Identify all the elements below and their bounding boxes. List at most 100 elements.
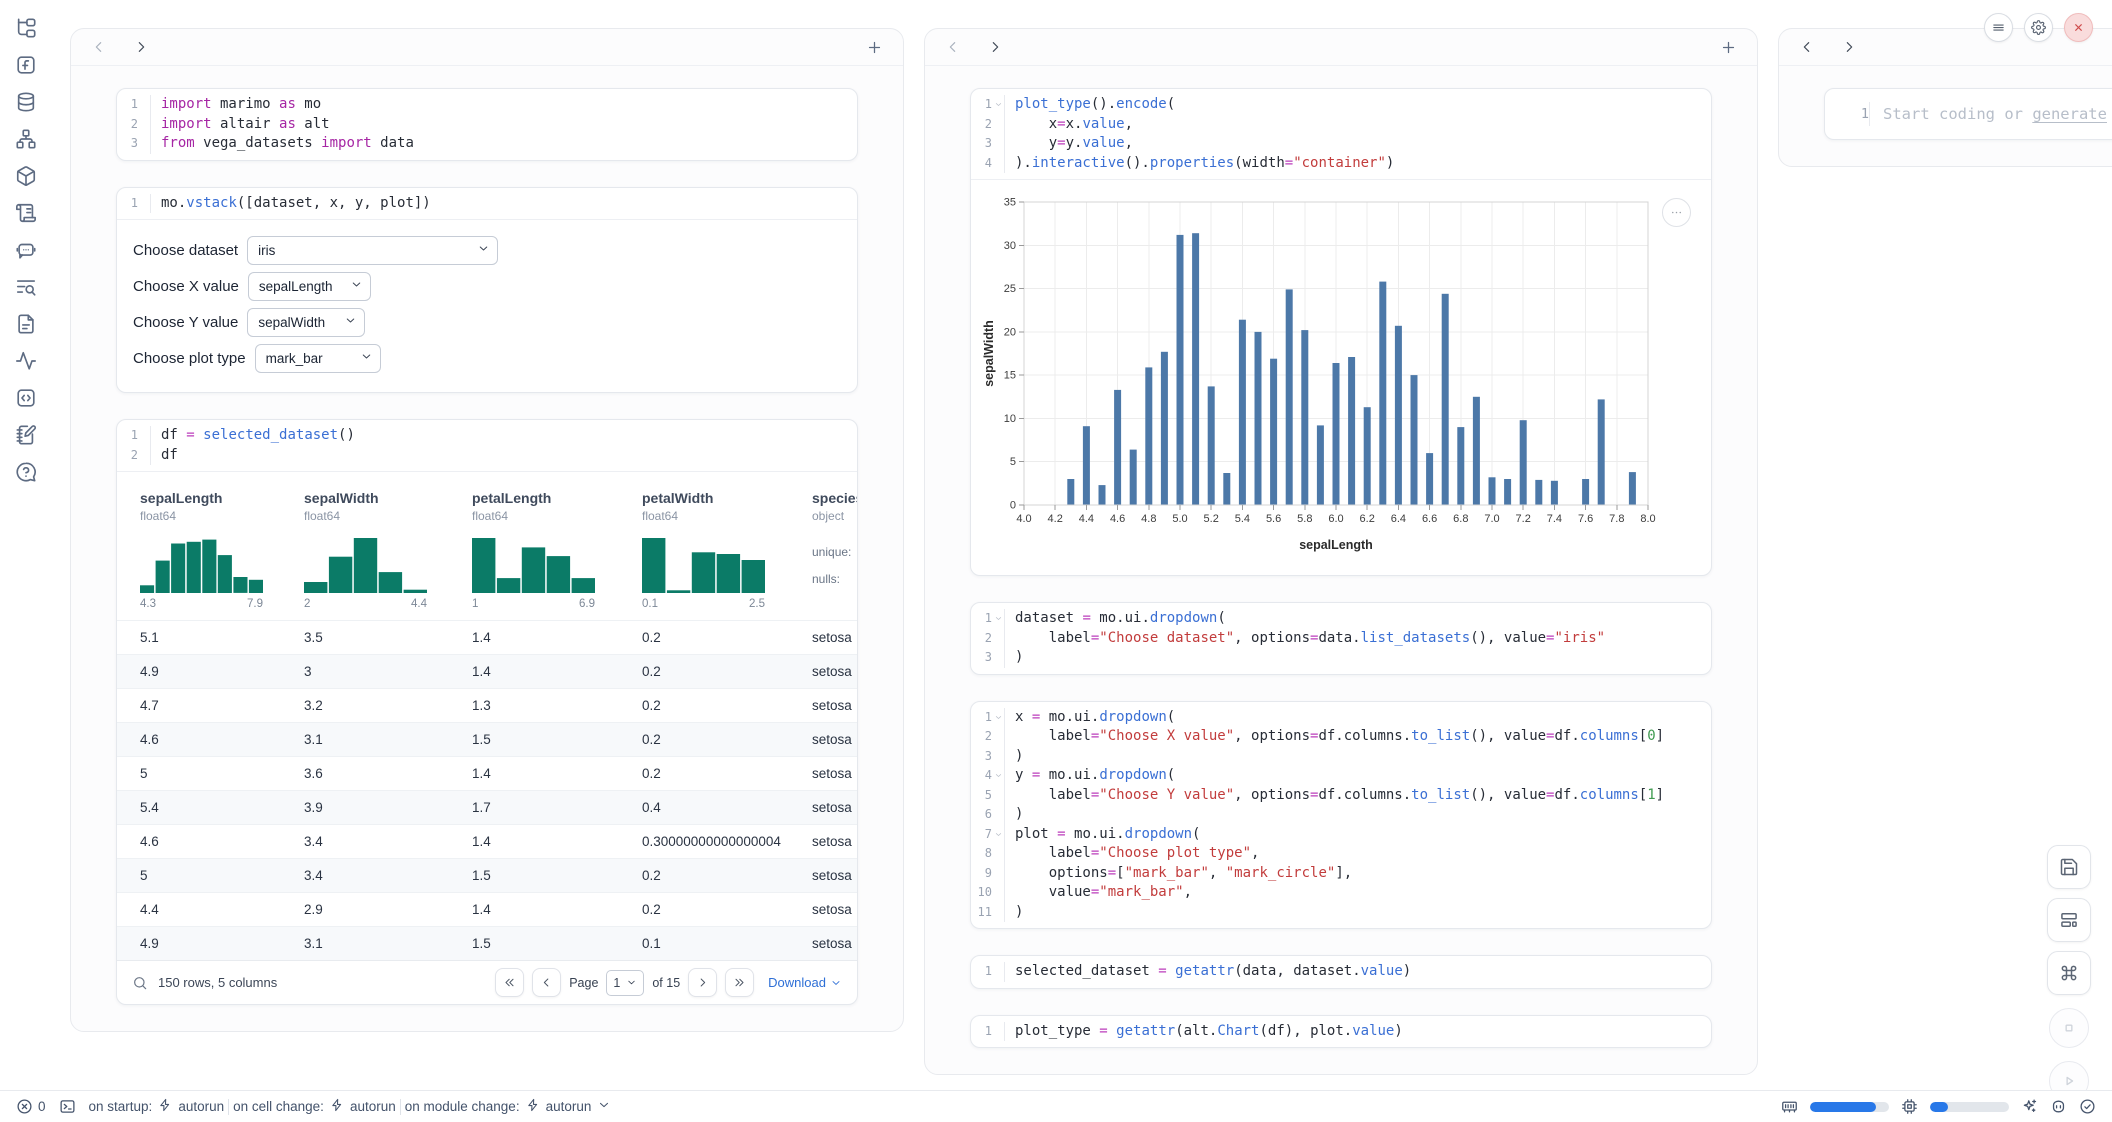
error-indicator[interactable]: 0 [16,1098,46,1115]
save-button[interactable] [2047,845,2091,889]
table-cell: setosa [802,621,857,655]
column-header-sepalLength[interactable]: sepalLengthfloat644.37.9 [117,472,294,621]
previous-page-button[interactable] [532,968,561,997]
notebook-cell: 1selected_dataset = getattr(data, datase… [970,955,1712,989]
add-cell-button[interactable] [866,39,883,56]
table-cell: 3.6 [294,757,462,791]
close-button[interactable] [2064,13,2093,42]
table-row[interactable]: 53.61.40.2setosa [117,757,857,791]
table-row[interactable]: 5.43.91.70.4setosa [117,791,857,825]
table-row[interactable]: 4.42.91.40.2setosa [117,893,857,927]
dropdown-select[interactable]: sepalLength [248,272,371,301]
file-tree-icon[interactable] [15,17,37,39]
connection-status-icon[interactable] [2079,1098,2096,1115]
column-scroll-left-button[interactable] [91,39,107,55]
column-scroll-left-button[interactable] [945,39,961,55]
line-gutter: 3 [971,134,1005,154]
search-icon[interactable] [132,975,148,991]
line-number: 1 [985,609,992,629]
runtime-setting[interactable]: on cell change:autorun [233,1098,396,1115]
gear-button[interactable] [2024,13,2053,42]
page-select[interactable]: 1 [606,970,644,996]
add-cell-button[interactable] [1720,39,1737,56]
new-cell-editor[interactable]: 1Start coding or generate with AI [1825,89,2112,139]
tracing-icon[interactable] [15,350,37,372]
line-gutter: 2 [117,446,151,466]
table-cell: 5.1 [117,621,294,655]
column-header-sepalWidth[interactable]: sepalWidthfloat6424.4 [294,472,462,621]
line-gutter: 1 [971,95,1005,115]
notebook-cell: 1plot_type = getattr(alt.Chart(df), plot… [970,1015,1712,1049]
cell-editor[interactable]: 1mo.vstack([dataset, x, y, plot]) [117,188,857,220]
dataframe-section: sepalLengthfloat644.37.9sepalWidthfloat6… [117,472,857,1004]
line-number: 7 [985,825,992,845]
package-icon[interactable] [15,165,37,187]
table-header-row: sepalLengthfloat644.37.9sepalWidthfloat6… [117,472,857,621]
runtime-setting[interactable]: on startup:autorun [89,1098,225,1115]
terminal-icon[interactable] [59,1098,76,1115]
table-row[interactable]: 4.931.40.2setosa [117,655,857,689]
dropdown-select[interactable]: mark_bar [255,344,381,373]
column-3-body: 1Start coding or generate with AI [1779,66,2112,166]
divider [400,1099,401,1115]
runtime-setting[interactable]: on module change:autorun [405,1098,612,1115]
column-scroll-right-button[interactable] [1841,39,1857,55]
ai-chat-icon[interactable] [15,239,37,261]
dependency-graph-icon[interactable] [15,128,37,150]
first-page-button[interactable] [495,968,524,997]
cell-editor[interactable]: 1x = mo.ui.dropdown(2 label="Choose X va… [971,702,1711,929]
table-row[interactable]: 53.41.50.2setosa [117,859,857,893]
table-row[interactable]: 4.93.11.50.1setosa [117,927,857,961]
table-row[interactable]: 5.13.51.40.2setosa [117,621,857,655]
line-gutter: 6 [971,805,1005,825]
table-row[interactable]: 4.73.21.30.2setosa [117,689,857,723]
scratchpad-icon[interactable] [15,424,37,446]
menu-button[interactable] [1984,13,2013,42]
column-header-petalWidth[interactable]: petalWidthfloat640.12.5 [632,472,802,621]
code-line: 1df = selected_dataset() [117,426,857,446]
column-scroll-right-button[interactable] [133,39,149,55]
sparkles-icon[interactable] [2021,1098,2038,1115]
database-icon[interactable] [15,91,37,113]
dropdown-select[interactable]: sepalWidth [247,308,365,337]
column-name: petalWidth [642,490,802,506]
dropdown-select[interactable]: iris [247,236,498,265]
cell-editor[interactable]: 1plot_type = getattr(alt.Chart(df), plot… [971,1016,1711,1048]
cell-editor[interactable]: 1import marimo as mo2import altair as al… [117,89,857,160]
table-row[interactable]: 4.63.11.50.2setosa [117,723,857,757]
logs-icon[interactable] [15,202,37,224]
generate-with-ai-link[interactable]: generate [2032,105,2107,123]
cell-editor[interactable]: 1df = selected_dataset()2df [117,420,857,471]
column-name: sepalLength [140,490,294,506]
code-line: 11) [971,903,1711,923]
stop-button[interactable] [2049,1008,2089,1048]
svg-text:35: 35 [1004,197,1016,209]
chart-actions-button[interactable] [1662,198,1691,227]
runtime-setting-value: autorun [546,1099,592,1114]
table-cell: setosa [802,791,857,825]
download-button[interactable]: Download [768,975,842,990]
code-line: 1mo.vstack([dataset, x, y, plot]) [117,194,857,214]
last-page-button[interactable] [725,968,754,997]
layout-button[interactable] [2047,898,2091,942]
column-scroll-right-button[interactable] [987,39,1003,55]
help-icon[interactable] [15,461,37,483]
copilot-icon[interactable] [2050,1098,2067,1115]
function-icon[interactable] [15,54,37,76]
line-number: 3 [985,648,992,668]
cell-editor[interactable]: 1plot_type().encode(2 x=x.value,3 y=y.va… [971,89,1711,179]
cell-editor[interactable]: 1dataset = mo.ui.dropdown(2 label="Choos… [971,603,1711,674]
search-list-icon[interactable] [15,276,37,298]
table-row[interactable]: 4.63.41.40.30000000000000004setosa [117,825,857,859]
column-header-petalLength[interactable]: petalLengthfloat6416.9 [462,472,632,621]
document-icon[interactable] [15,313,37,335]
notebook-column-1: 1import marimo as mo2import altair as al… [70,28,904,1032]
cell-editor[interactable]: 1selected_dataset = getattr(data, datase… [971,956,1711,988]
column-header-species[interactable]: speciesobjectunique:nulls: [802,472,857,621]
svg-text:8.0: 8.0 [1640,513,1655,525]
column-scroll-left-button[interactable] [1799,39,1815,55]
snippets-icon[interactable] [15,387,37,409]
command-button[interactable] [2047,951,2091,995]
fold-slot [992,1026,1004,1036]
next-page-button[interactable] [688,968,717,997]
